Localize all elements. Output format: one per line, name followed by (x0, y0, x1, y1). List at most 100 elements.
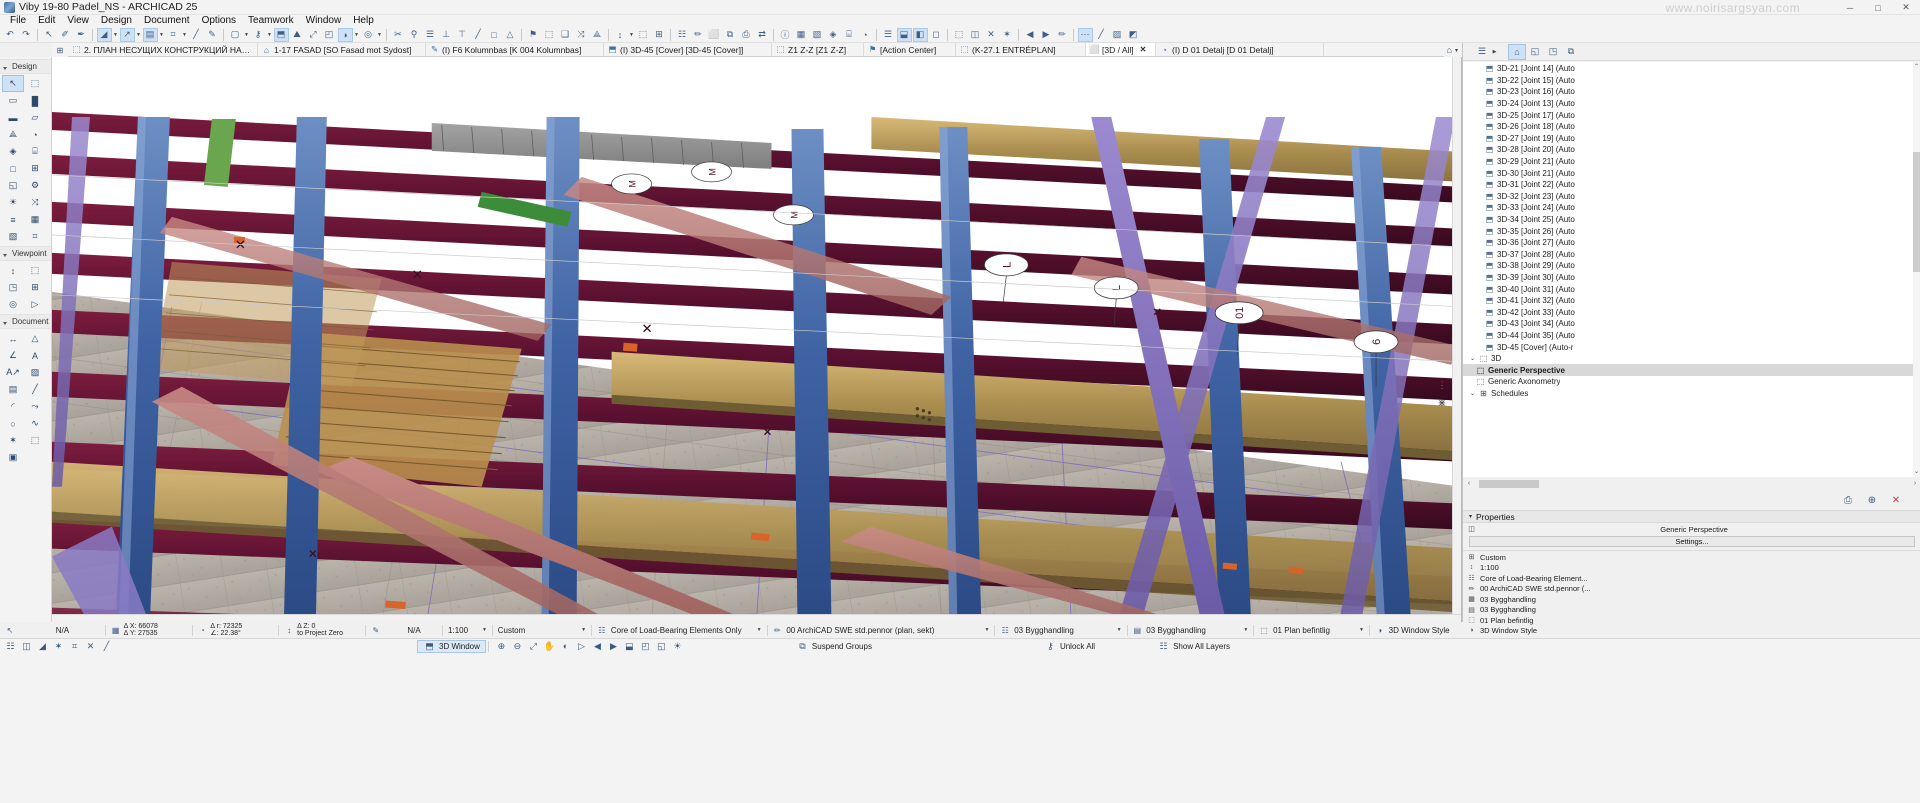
arrow-tool[interactable]: ↖ (2, 75, 24, 92)
align-bottom-button[interactable]: ⊤ (455, 28, 470, 42)
door-tool[interactable]: □ (2, 160, 24, 177)
tab-nav-icon[interactable]: ⌂ (1444, 45, 1455, 55)
spline-tool[interactable]: ∿ (24, 415, 46, 432)
menu-item-teamwork[interactable]: Teamwork (242, 15, 300, 27)
3d-cutaway-icon[interactable]: ⬓ (623, 640, 636, 652)
orbit-icon[interactable]: ◐ (559, 640, 572, 652)
ortho-icon[interactable]: ✕ (84, 640, 97, 652)
navigator-item[interactable]: ⬒ 3D-33 [Joint 24] (Auto (1463, 202, 1920, 214)
measure-icon[interactable]: ◢ (36, 640, 49, 652)
arrow-right-button[interactable]: ▶ (1039, 28, 1054, 42)
layer-combination-selector[interactable]: ☷ 03 Bygghandling ▼ (995, 623, 1126, 637)
snap-icon[interactable]: ✶ (52, 640, 65, 652)
toolbox-section-design[interactable]: Design (0, 59, 51, 74)
zone-tool[interactable]: ▧ (2, 228, 24, 245)
chevron-down-icon[interactable]: ▼ (482, 627, 487, 633)
navigator-item[interactable]: ⬒ 3D-28 [Joint 20] (Auto (1463, 144, 1920, 156)
syringe-button[interactable]: ✒ (74, 28, 89, 42)
property-row[interactable]: ▤ 03 Bygghandling (1463, 605, 1920, 616)
chevron-down-icon[interactable]: ▼ (1359, 627, 1364, 633)
distribute-button[interactable]: ╱ (471, 28, 486, 42)
scale-selector[interactable]: 1:100 ▼ (443, 623, 492, 637)
renovation-filter-selector[interactable]: ⬚ 01 Plan befintlig ▼ (1254, 623, 1369, 637)
sun-settings-button[interactable]: ◑ (337, 27, 353, 42)
element-id-button[interactable]: ⓘ (778, 28, 793, 42)
redo-button[interactable]: ↷ (19, 28, 34, 42)
tab-5[interactable]: ⚑ [Action Center] (864, 43, 956, 56)
scrollbar-track[interactable] (1475, 479, 1909, 488)
viewport-vertical-scrollbar[interactable] (1452, 57, 1461, 622)
elevation-tool[interactable]: ⬚ (24, 262, 46, 279)
camera-tool[interactable]: ▷ (24, 296, 46, 313)
navigator-horizontal-scrollbar[interactable]: ‹ › (1463, 477, 1920, 490)
pan-icon[interactable]: ✋ (543, 640, 556, 652)
property-row[interactable]: ⬚ 01 Plan befintlig (1463, 615, 1920, 626)
morph-button[interactable]: ◈ (826, 28, 841, 42)
navigator-item[interactable]: ⬒ 3D-23 [Joint 16] (Auto (1463, 86, 1920, 98)
publisher-button[interactable]: ⎙ (739, 28, 754, 42)
navigator-item[interactable]: ⬒ 3D-27 [Joint 19] (Auto (1463, 133, 1920, 145)
chevron-down-icon[interactable]: ▼ (1243, 627, 1248, 633)
chevron-down-icon[interactable]: ⌄ (1469, 390, 1476, 397)
roof-button[interactable]: ⟁ (590, 28, 605, 42)
chevron-down-icon[interactable]: ▼ (353, 28, 360, 42)
fill-tool[interactable]: ▨ (24, 364, 46, 381)
detail-button[interactable]: ⬚ (636, 28, 651, 42)
cutplane-marker-icon[interactable]: ⋮ (1437, 377, 1447, 393)
grid-snap-button[interactable]: ⌗ (166, 28, 181, 42)
navigator-item[interactable]: ⬒ 3D-40 [Joint 31] (Auto (1463, 283, 1920, 295)
property-row[interactable]: ✏ 00 ArchiCAD SWE std.pennor (... (1463, 584, 1920, 595)
stair-button[interactable]: ⤨ (574, 28, 589, 42)
shell-tool[interactable]: ◔ (24, 126, 46, 143)
hatch-tool[interactable]: ▤ (2, 381, 24, 398)
level-dimension-tool[interactable]: △ (24, 330, 46, 347)
find-button[interactable]: ⚲ (407, 28, 422, 42)
navigator-item[interactable]: ⌄ ⊞ Schedules (1463, 388, 1920, 400)
menu-item-options[interactable]: Options (196, 15, 242, 27)
chevron-down-icon[interactable]: ▼ (158, 28, 165, 42)
column-tool[interactable]: █ (24, 92, 46, 109)
arrow-left-button[interactable]: ◀ (1023, 28, 1038, 42)
chevron-down-icon[interactable]: ▼ (376, 28, 383, 42)
publisher-sets-button[interactable]: ◳ (1544, 44, 1562, 60)
chevron-down-icon[interactable]: ▼ (1117, 627, 1122, 633)
navigator-preview-button[interactable]: ⧉ (1562, 44, 1580, 60)
section-tool[interactable]: ↕ (2, 262, 24, 279)
chevron-down-icon[interactable]: ▼ (757, 627, 762, 633)
library-manager-button[interactable]: ☰ (881, 28, 896, 42)
close-icon[interactable]: ✕ (1140, 45, 1147, 54)
tab-7[interactable]: ⬜ [3D / All] ✕ (1086, 43, 1156, 56)
menu-item-file[interactable]: File (4, 15, 32, 27)
menu-item-window[interactable]: Window (300, 15, 348, 27)
navigator-item[interactable]: ⌄ ⬚ 3D (1463, 353, 1920, 365)
menu-item-help[interactable]: Help (347, 15, 380, 27)
maximize-button[interactable]: □ (1864, 0, 1892, 15)
navigator-item[interactable]: ⬒ 3D-26 [Joint 18] (Auto (1463, 121, 1920, 133)
fit-in-window-icon[interactable]: ⤢ (527, 640, 540, 652)
skylight-tool[interactable]: ◱ (2, 177, 24, 194)
property-row[interactable]: ◑ 3D Window Style (1463, 626, 1920, 637)
unlock-all-button[interactable]: ⚷ Unlock All (1040, 640, 1099, 653)
eyedropper-button[interactable]: ✐ (58, 28, 73, 42)
offset-tool-button[interactable]: ↗ (119, 27, 135, 42)
chevron-down-icon[interactable]: ▼ (112, 28, 119, 42)
chevron-down-icon[interactable]: ▼ (181, 28, 188, 42)
hotspot-tool[interactable]: ✶ (2, 432, 24, 449)
cut-button[interactable]: ✂ (391, 28, 406, 42)
prev-zoom-icon[interactable]: ◀ (591, 640, 604, 652)
menu-item-edit[interactable]: Edit (32, 15, 61, 27)
chevron-down-icon[interactable]: ▼ (985, 627, 990, 633)
navigator-item[interactable]: ⬒ 3D-43 [Joint 34] (Auto (1463, 318, 1920, 330)
perspective-icon[interactable]: ◰ (639, 640, 652, 652)
viewport-horizontal-scrollbar[interactable] (52, 614, 1461, 622)
line-style-button[interactable]: ╱ (1094, 28, 1109, 42)
line-tool[interactable]: ╱ (24, 381, 46, 398)
zoom-extent-button[interactable]: ⤢ (306, 28, 321, 42)
close-button[interactable]: ✕ (1892, 0, 1920, 15)
guide-icon[interactable]: ╱ (100, 640, 113, 652)
pen-set-button[interactable]: ✏ (691, 28, 706, 42)
fill-style-button[interactable]: ▨ (1110, 28, 1125, 42)
property-row[interactable]: ☷ Core of Load-Bearing Element... (1463, 573, 1920, 584)
navigator-tree[interactable]: ⬒ 3D-21 [Joint 14] (Auto ⬒ 3D-22 [Joint 15]… (1463, 62, 1920, 477)
property-row[interactable]: ⊞ Custom (1463, 552, 1920, 563)
